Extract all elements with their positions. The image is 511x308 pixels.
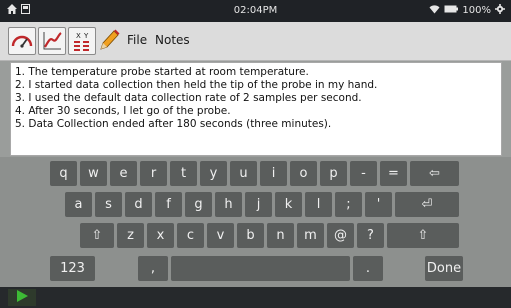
key-equals[interactable]: = (380, 161, 407, 186)
battery-icon (444, 5, 459, 16)
key-backspace[interactable]: ⇦ (410, 161, 459, 186)
graph-view-button[interactable] (38, 27, 66, 55)
key-p[interactable]: p (320, 161, 347, 186)
key-d[interactable]: d (125, 192, 152, 217)
bottom-bar (0, 287, 511, 308)
key-z[interactable]: z (117, 223, 144, 248)
notes-textarea[interactable]: 1. The temperature probe started at room… (10, 62, 502, 156)
key-x[interactable]: x (147, 223, 174, 248)
key-enter[interactable]: ⏎ (395, 192, 459, 217)
key-at[interactable]: @ (327, 223, 354, 248)
key-done[interactable]: Done (425, 256, 463, 281)
on-screen-keyboard: q w e r t y u i o p - = ⇦ a s d f g h j … (0, 157, 511, 287)
key-h[interactable]: h (215, 192, 242, 217)
svg-text:X: X (76, 32, 81, 40)
notes-view-button[interactable] (98, 28, 120, 52)
key-v[interactable]: v (207, 223, 234, 248)
wifi-icon (429, 4, 440, 17)
battery-percent: 100% (462, 5, 491, 16)
notes-line: 5. Data Collection ended after 180 secon… (15, 118, 332, 130)
key-u[interactable]: u (230, 161, 257, 186)
key-comma[interactable]: , (138, 256, 168, 281)
key-s[interactable]: s (95, 192, 122, 217)
file-menu[interactable]: File (127, 33, 147, 47)
status-bar: 02:04PM 100% (0, 0, 511, 22)
key-space[interactable] (171, 256, 350, 281)
key-c[interactable]: c (177, 223, 204, 248)
toolbar: X Y File Notes (0, 22, 511, 61)
notes-line: 1. The temperature probe started at room… (15, 66, 309, 78)
key-shift-right[interactable]: ⇧ (387, 223, 459, 248)
key-apostrophe[interactable]: ' (365, 192, 392, 217)
key-r[interactable]: r (140, 161, 167, 186)
key-o[interactable]: o (290, 161, 317, 186)
key-minus[interactable]: - (350, 161, 377, 186)
graph-icon (39, 32, 65, 58)
notes-line: 3. I used the default data collection ra… (15, 92, 362, 104)
key-m[interactable]: m (297, 223, 324, 248)
key-numbers[interactable]: 123 (50, 256, 95, 281)
table-view-button[interactable]: X Y (68, 27, 96, 55)
key-l[interactable]: l (305, 192, 332, 217)
start-collection-button[interactable] (8, 289, 36, 306)
key-shift-left[interactable]: ⇧ (80, 223, 114, 248)
key-w[interactable]: w (80, 161, 107, 186)
settings-icon[interactable] (495, 4, 505, 17)
key-q[interactable]: q (50, 161, 77, 186)
key-g[interactable]: g (185, 192, 212, 217)
key-semicolon[interactable]: ; (335, 192, 362, 217)
key-k[interactable]: k (275, 192, 302, 217)
key-y[interactable]: y (200, 161, 227, 186)
key-n[interactable]: n (267, 223, 294, 248)
key-e[interactable]: e (110, 161, 137, 186)
pencil-icon (98, 29, 120, 56)
gauge-icon (9, 35, 35, 58)
key-t[interactable]: t (170, 161, 197, 186)
key-b[interactable]: b (237, 223, 264, 248)
play-icon (15, 288, 29, 307)
meter-view-button[interactable] (8, 27, 36, 55)
status-right: 100% (429, 4, 505, 17)
key-j[interactable]: j (245, 192, 272, 217)
key-f[interactable]: f (155, 192, 182, 217)
notes-menu[interactable]: Notes (155, 33, 190, 47)
key-period[interactable]: . (353, 256, 383, 281)
key-question[interactable]: ? (357, 223, 384, 248)
table-icon: X Y (69, 32, 95, 58)
notes-line: 4. After 30 seconds, I let go of the pro… (15, 105, 231, 117)
key-i[interactable]: i (260, 161, 287, 186)
notes-line: 2. I started data collection then held t… (15, 79, 378, 91)
key-a[interactable]: a (65, 192, 92, 217)
svg-text:Y: Y (83, 32, 89, 40)
